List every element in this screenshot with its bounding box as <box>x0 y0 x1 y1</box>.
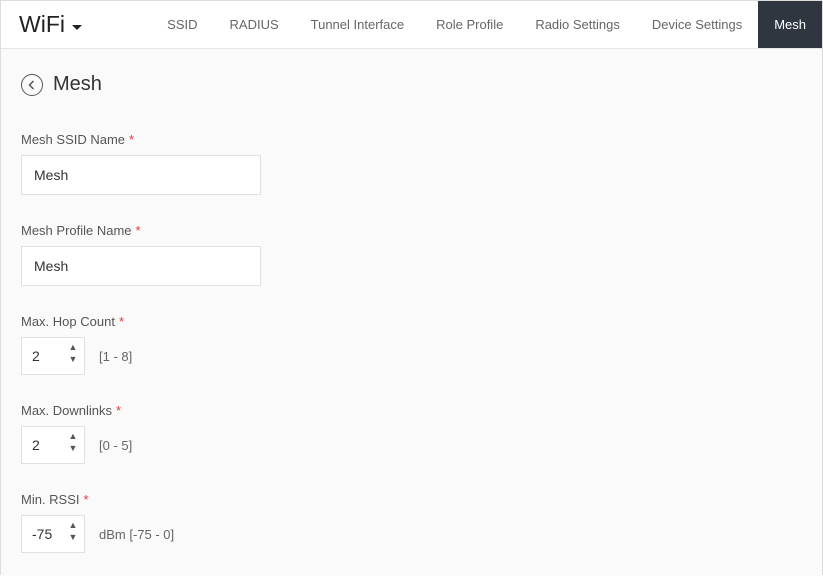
required-marker: * <box>129 132 134 147</box>
input-max-hop[interactable] <box>22 348 62 364</box>
content-area: Mesh Mesh SSID Name* Mesh Profile Name* … <box>1 49 822 576</box>
tab-tunnel-interface[interactable]: Tunnel Interface <box>295 1 420 48</box>
required-marker: * <box>84 492 89 507</box>
page-title: Mesh <box>53 73 102 96</box>
required-marker: * <box>116 403 121 418</box>
field-max-hop-count: Max. Hop Count* ▲ ▼ [1 - 8] <box>21 314 802 375</box>
label-max-hop-count: Max. Hop Count* <box>21 314 802 329</box>
input-mesh-profile-name[interactable] <box>21 246 261 286</box>
label-min-rssi: Min. RSSI* <box>21 492 802 507</box>
chevron-down-icon[interactable]: ▼ <box>68 532 78 542</box>
stepper-min-rssi[interactable]: ▲ ▼ <box>21 515 85 553</box>
required-marker: * <box>119 314 124 329</box>
tab-ssid[interactable]: SSID <box>151 1 213 48</box>
input-max-downlinks[interactable] <box>22 437 62 453</box>
tab-radius[interactable]: RADIUS <box>214 1 295 48</box>
stepper-max-downlinks[interactable]: ▲ ▼ <box>21 426 85 464</box>
chevron-up-icon[interactable]: ▲ <box>68 520 78 530</box>
label-max-downlinks: Max. Downlinks* <box>21 403 802 418</box>
stepper-arrows: ▲ ▼ <box>68 342 78 364</box>
hint-max-hop: [1 - 8] <box>99 349 132 364</box>
page-header: Mesh <box>21 73 802 96</box>
brand-title: WiFi <box>19 11 65 38</box>
field-min-rssi: Min. RSSI* ▲ ▼ dBm [-75 - 0] <box>21 492 802 553</box>
tab-radio-settings[interactable]: Radio Settings <box>519 1 636 48</box>
chevron-down-icon[interactable]: ▼ <box>68 443 78 453</box>
field-mesh-profile-name: Mesh Profile Name* <box>21 223 802 286</box>
tab-role-profile[interactable]: Role Profile <box>420 1 519 48</box>
back-icon[interactable] <box>21 74 43 96</box>
stepper-arrows: ▲ ▼ <box>68 520 78 542</box>
tab-bar: SSID RADIUS Tunnel Interface Role Profil… <box>151 1 822 48</box>
tab-device-settings[interactable]: Device Settings <box>636 1 758 48</box>
hint-min-rssi: dBm [-75 - 0] <box>99 527 174 542</box>
input-mesh-ssid-name[interactable] <box>21 155 261 195</box>
label-mesh-profile-name: Mesh Profile Name* <box>21 223 802 238</box>
caret-down-icon <box>71 11 83 38</box>
chevron-down-icon[interactable]: ▼ <box>68 354 78 364</box>
stepper-arrows: ▲ ▼ <box>68 431 78 453</box>
stepper-max-hop[interactable]: ▲ ▼ <box>21 337 85 375</box>
tab-mesh[interactable]: Mesh <box>758 1 822 48</box>
hint-max-downlinks: [0 - 5] <box>99 438 132 453</box>
topbar: WiFi SSID RADIUS Tunnel Interface Role P… <box>1 1 822 49</box>
required-marker: * <box>136 223 141 238</box>
field-mesh-ssid-name: Mesh SSID Name* <box>21 132 802 195</box>
label-mesh-ssid-name: Mesh SSID Name* <box>21 132 802 147</box>
brand-dropdown[interactable]: WiFi <box>1 1 101 48</box>
chevron-up-icon[interactable]: ▲ <box>68 431 78 441</box>
input-min-rssi[interactable] <box>22 526 62 542</box>
chevron-up-icon[interactable]: ▲ <box>68 342 78 352</box>
field-max-downlinks: Max. Downlinks* ▲ ▼ [0 - 5] <box>21 403 802 464</box>
